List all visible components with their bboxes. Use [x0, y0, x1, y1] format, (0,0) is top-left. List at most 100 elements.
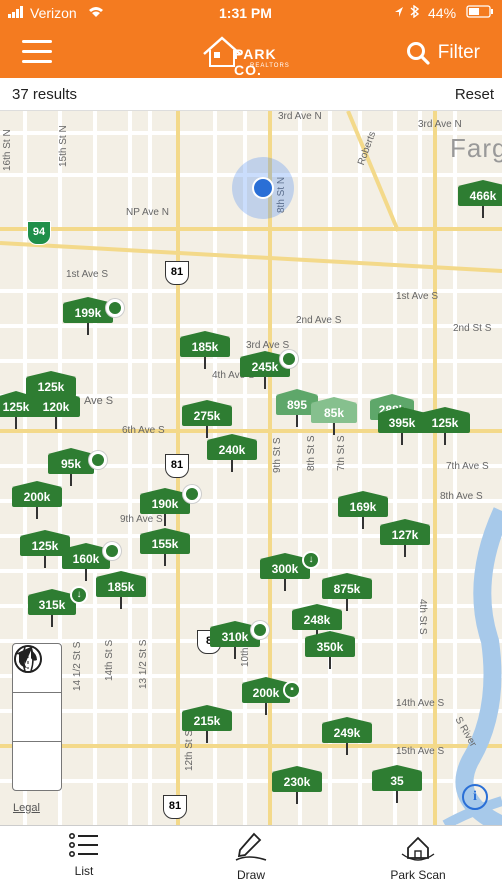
legal-link[interactable]: Legal [13, 802, 40, 814]
open-house-dot-icon [183, 485, 201, 503]
street-label: 3rd Ave N [278, 111, 322, 122]
app-header: PARK CO. REALTORS Filter [0, 28, 502, 78]
listing-price-pin[interactable]: 155k [140, 528, 190, 566]
street-label: 4th St S [417, 599, 428, 635]
signal-icon [8, 5, 26, 21]
map-view[interactable]: 3rd Ave N 3rd Ave N NP Ave N 1st Ave S 1… [0, 111, 502, 825]
listing-price-pin[interactable]: 35 [372, 765, 422, 803]
price-drop-icon: ↓ [70, 586, 88, 604]
open-house-dot-icon [280, 350, 298, 368]
open-house-dot-icon [251, 621, 269, 639]
street-label: 9th St S [272, 437, 283, 473]
status-bar: Verizon 1:31 PM 44% [0, 0, 502, 28]
listing-price-pin[interactable]: 240k [207, 434, 257, 472]
highway-shield: 81 [163, 795, 187, 819]
listing-price-pin[interactable]: 350k [305, 631, 355, 669]
listing-price-pin[interactable]: 315k [28, 589, 76, 627]
interstate-shield: 94 [27, 221, 51, 245]
listing-price-label: 155k [151, 537, 179, 551]
price-drop-icon: ↓ [302, 551, 320, 569]
battery-percent: 44% [428, 5, 457, 21]
street-label: 8th Ave S [440, 491, 483, 502]
tab-list-label: List [74, 864, 94, 878]
listing-price-label: 200k [23, 490, 51, 504]
clock: 1:31 PM [219, 5, 272, 21]
listing-price-label: 95k [60, 457, 82, 471]
tab-list[interactable]: List [24, 832, 144, 878]
open-house-dot-icon [103, 542, 121, 560]
results-count: 37 results [12, 86, 78, 103]
tab-park-scan-label: Park Scan [390, 868, 446, 882]
park-co-logo: PARK CO. REALTORS [200, 32, 304, 78]
calendar-icon: ▪ [283, 681, 301, 699]
street-label: 3rd Ave N [418, 119, 462, 130]
listing-price-label: 275k [193, 409, 221, 423]
listing-price-pin[interactable]: 127k [380, 519, 430, 557]
menu-button[interactable] [22, 40, 52, 64]
listing-price-pin[interactable]: 395k [378, 407, 426, 445]
street-label: 7th Ave S [446, 461, 489, 472]
logo-text: PARK CO. [234, 46, 277, 78]
street-label: 14th St S [104, 639, 115, 681]
street-label: 16th St N [2, 129, 13, 171]
street-label: 7th St S [336, 435, 347, 471]
listing-price-pin[interactable]: 230k [272, 766, 322, 804]
city-label: Farg [450, 133, 502, 163]
info-button[interactable]: i [462, 784, 488, 810]
listing-price-label: 190k [151, 497, 179, 511]
street-label: 1st Ave S [66, 269, 109, 280]
listing-price-label: 249k [333, 726, 361, 740]
filter-label: Filter [437, 42, 480, 63]
street-label: 1st Ave S [396, 291, 439, 302]
wifi-icon [88, 5, 104, 21]
filter-button[interactable]: Filter [406, 40, 480, 66]
listing-price-label: 127k [391, 528, 419, 542]
search-icon [406, 42, 430, 65]
listing-price-label: 230k [283, 775, 311, 789]
listing-price-pin[interactable]: 199k [63, 297, 113, 335]
tab-park-scan[interactable]: Park Scan [358, 832, 478, 882]
listing-price-pin[interactable]: 275k [182, 400, 232, 438]
tab-draw-label: Draw [236, 868, 265, 882]
street-label: 6th Ave S [122, 425, 165, 436]
listing-price-pin[interactable]: 125k [420, 407, 470, 445]
listing-price-pin[interactable]: 215k [182, 705, 232, 743]
listing-price-pin[interactable]: 125k [0, 391, 36, 429]
listing-price-pin[interactable]: 185k [96, 571, 146, 609]
street-label: Ave S [84, 395, 114, 407]
listing-price-pin[interactable]: 185k [180, 331, 230, 369]
logo-subtext: REALTORS [250, 63, 290, 69]
listing-price-label: 315k [38, 598, 66, 612]
listing-price-pin[interactable]: 200k [242, 677, 290, 715]
listing-price-label: 120k [42, 400, 70, 414]
listing-price-pin[interactable]: 249k [322, 717, 372, 755]
street-label: 15th St N [58, 125, 69, 167]
map-layers-button[interactable] [13, 645, 61, 742]
listing-price-pin[interactable]: 85k [311, 397, 357, 435]
current-location-marker [232, 157, 294, 219]
globe-icon [14, 645, 42, 673]
street-label: 14th Ave S [396, 698, 445, 709]
street-label: NP Ave N [126, 207, 169, 218]
satellite-button[interactable] [13, 645, 61, 790]
listing-price-label: 350k [316, 640, 344, 654]
carrier-label: Verizon [30, 5, 77, 21]
street-label: 2nd St S [453, 323, 492, 334]
street-label: 3rd Ave S [246, 340, 290, 351]
listing-price-pin[interactable]: 200k [12, 481, 62, 519]
listing-price-pin[interactable]: 120k [32, 391, 80, 429]
listing-price-label: 35 [390, 774, 404, 788]
house-scan-icon [401, 836, 435, 861]
tab-draw[interactable]: Draw [191, 832, 311, 882]
bluetooth-icon [410, 4, 420, 21]
listing-price-label: 875k [333, 582, 361, 596]
street-label: 2nd Ave S [296, 315, 342, 326]
listing-price-label: 248k [303, 613, 331, 627]
reset-button[interactable]: Reset [455, 86, 494, 103]
map-tools [12, 643, 62, 791]
listing-price-pin[interactable]: 466k [458, 180, 502, 218]
results-bar: 37 results Reset [0, 78, 502, 111]
street-label: 15th Ave S [396, 746, 445, 757]
street-label: 13 1/2 St S [138, 639, 149, 689]
bottom-tab-bar: List Draw Park Scan [0, 825, 502, 886]
